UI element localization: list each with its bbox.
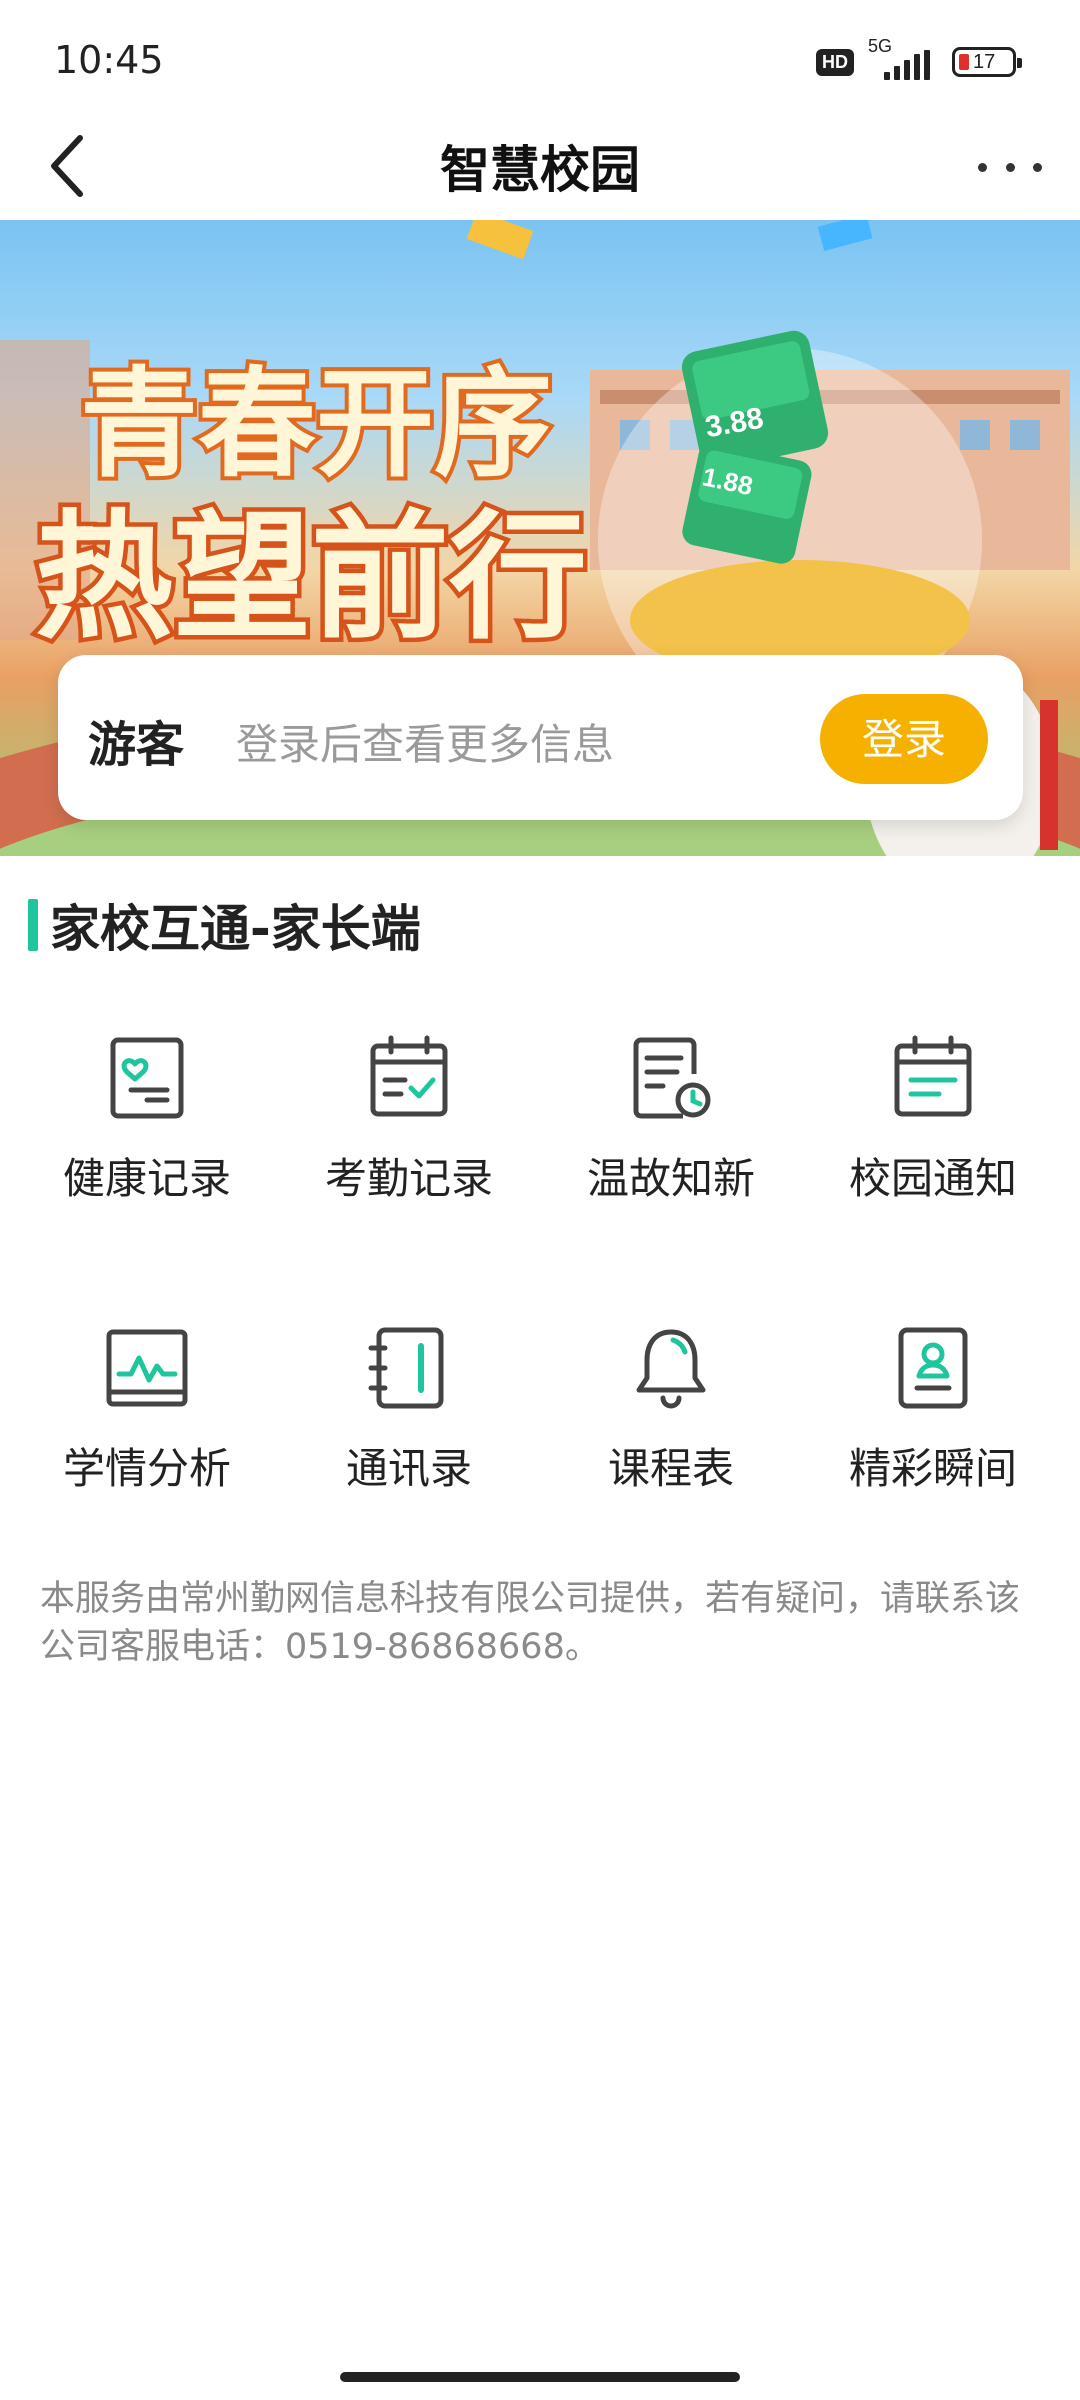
more-dot-icon (978, 162, 987, 172)
feature-label: 校园通知 (848, 1154, 1017, 1203)
login-card: 游客 登录后查看更多信息 登录 (58, 655, 1023, 820)
section-title: 家校互通-家长端 (50, 900, 421, 958)
battery-level: 17 (973, 51, 996, 73)
feature-label: 通讯录 (345, 1444, 472, 1493)
page-title: 智慧校园 (440, 141, 640, 199)
signal-icon: 5G (868, 36, 938, 82)
badge-profile-icon (898, 1327, 968, 1409)
promo-banner[interactable]: 3.88 1.88 青春开序 热望前行 游客 登录后查看更多信息 登录 (0, 220, 1080, 856)
analysis-chart-icon (106, 1329, 188, 1407)
status-bar: 10:45 HD 5G 17 (0, 0, 1080, 110)
banner-slogan-line1: 青春开序 (80, 355, 552, 493)
home-indicator[interactable] (340, 2372, 740, 2382)
notice-calendar-icon (894, 1035, 972, 1117)
health-record-icon (110, 1037, 184, 1119)
feature-timetable[interactable]: 课程表 (536, 1310, 806, 1530)
feature-label: 温故知新 (586, 1154, 755, 1203)
feature-campus-notice[interactable]: 校园通知 (798, 1020, 1068, 1240)
battery-icon: 17 (952, 47, 1022, 77)
feature-contacts[interactable]: 通讯录 (274, 1310, 544, 1530)
nav-bar: 智慧校园 (0, 110, 1080, 220)
status-icons: HD 5G 17 (816, 36, 1022, 82)
banner-slogan-line2: 热望前行 (35, 497, 587, 658)
service-provider-note: 本服务由常州勤网信息科技有限公司提供，若有疑问，请联系该公司客服电话：0519-… (40, 1579, 1021, 1667)
status-time: 10:45 (54, 38, 164, 82)
more-dot-icon (1033, 162, 1042, 172)
feature-learning-analysis[interactable]: 学情分析 (12, 1310, 282, 1530)
feature-health-record[interactable]: 健康记录 (12, 1020, 282, 1240)
feature-label: 课程表 (607, 1444, 734, 1493)
hd-icon: HD (816, 48, 854, 76)
feature-label: 健康记录 (62, 1154, 231, 1203)
attendance-calendar-icon (370, 1035, 448, 1117)
section-accent-bar (28, 899, 38, 951)
feature-attendance-record[interactable]: 考勤记录 (274, 1020, 544, 1240)
feature-label: 学情分析 (62, 1444, 231, 1493)
review-document-clock-icon (633, 1037, 711, 1119)
section-header: 家校互通-家长端 (28, 895, 421, 958)
bell-icon (636, 1329, 706, 1409)
login-hint: 登录后查看更多信息 (236, 720, 615, 769)
feature-review[interactable]: 温故知新 (536, 1020, 806, 1240)
login-button[interactable]: 登录 (820, 694, 988, 784)
guest-label: 游客 (88, 717, 185, 773)
feature-label: 精彩瞬间 (848, 1444, 1017, 1493)
feature-label: 考勤记录 (324, 1154, 493, 1203)
feature-highlights[interactable]: 精彩瞬间 (798, 1310, 1068, 1530)
contacts-book-icon (368, 1327, 444, 1409)
more-dot-icon (1005, 162, 1015, 172)
more-options-button[interactable] (970, 132, 1050, 202)
